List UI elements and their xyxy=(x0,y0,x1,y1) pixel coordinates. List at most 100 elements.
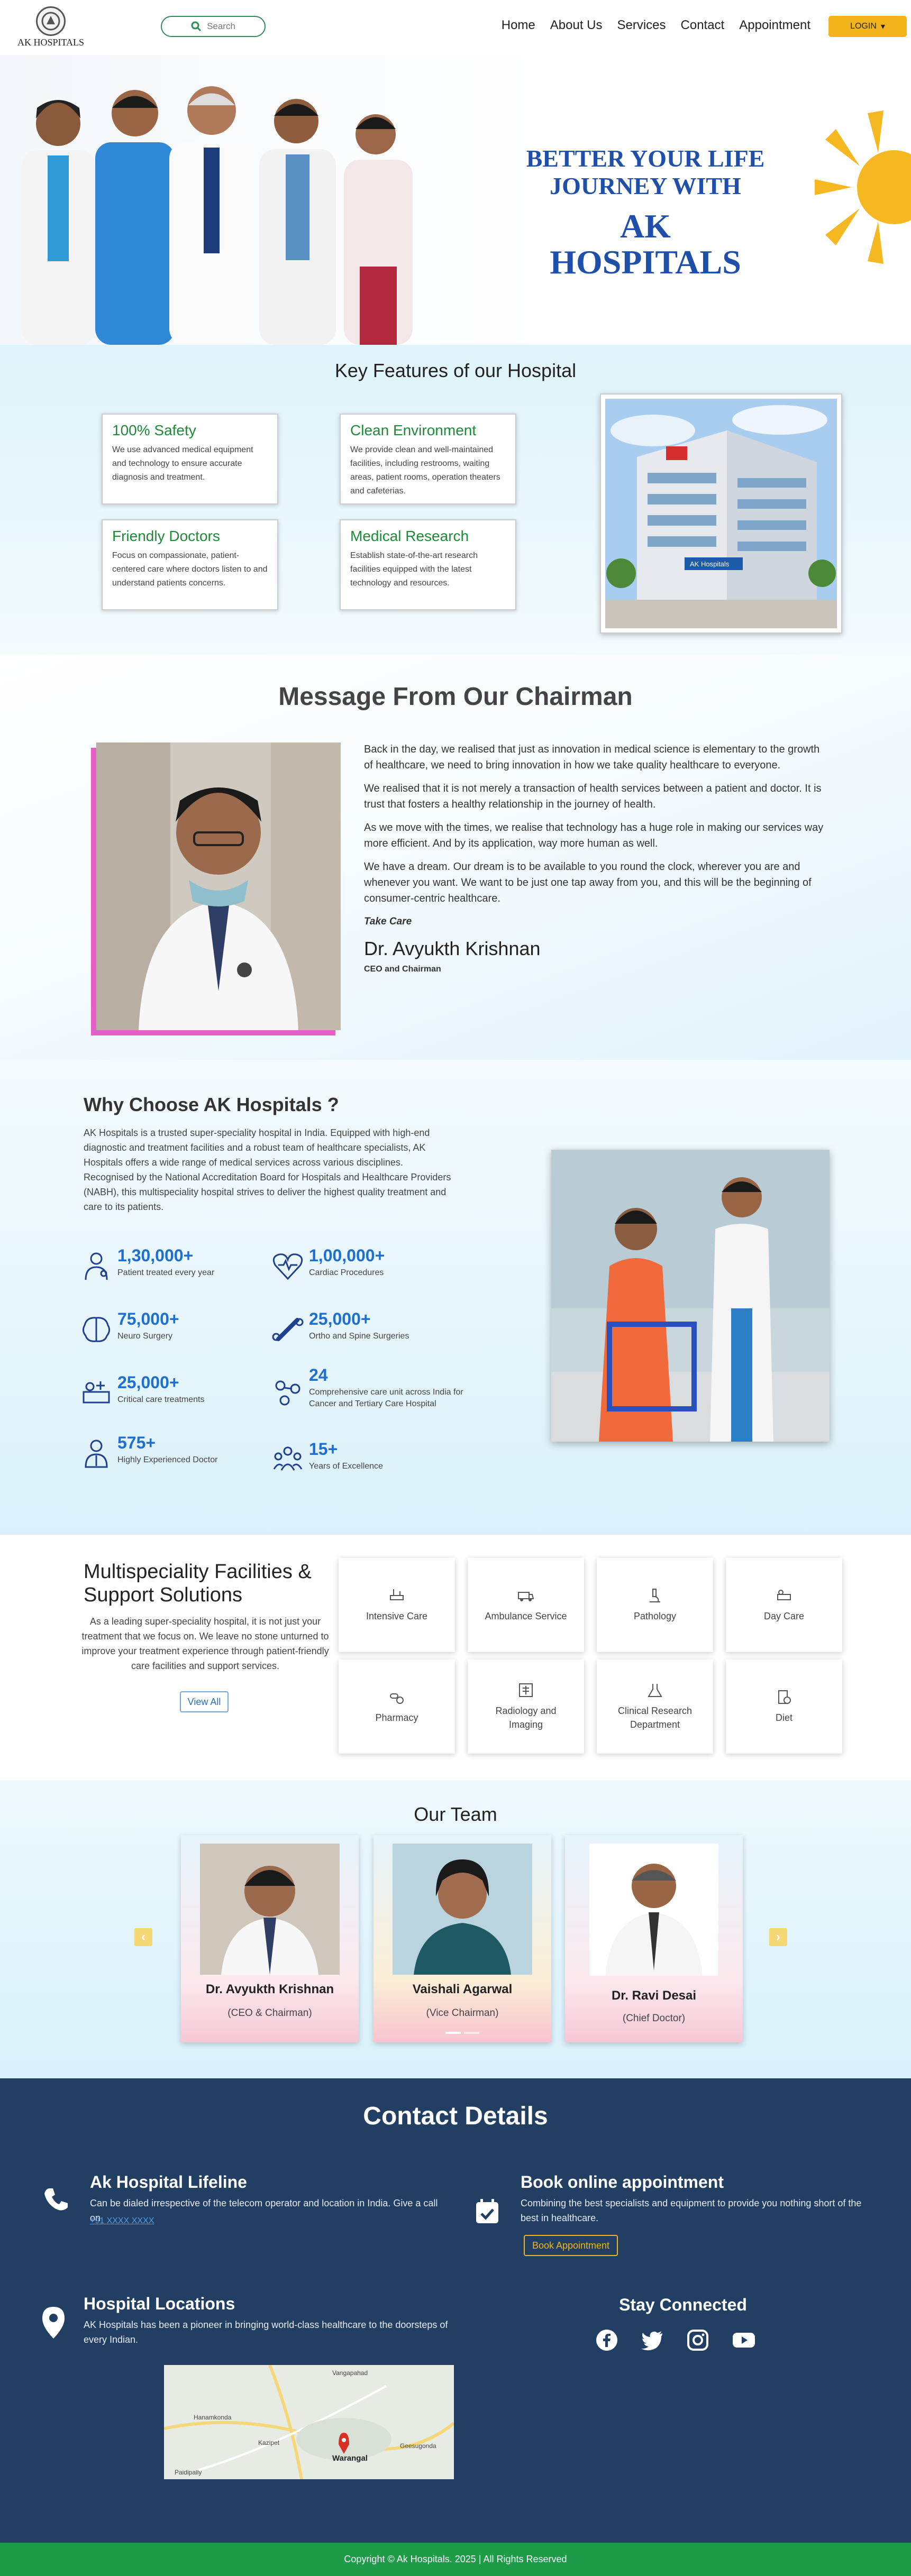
stat-number: 1,30,000+ xyxy=(117,1246,194,1265)
stat-label: Patient treated every year xyxy=(117,1268,215,1277)
facility-diet[interactable]: Diet xyxy=(726,1660,842,1754)
facility-pharmacy[interactable]: Pharmacy xyxy=(339,1660,455,1754)
login-button[interactable]: LOGIN ▾ xyxy=(828,16,907,37)
hero-headline: BETTER YOUR LIFE JOURNEY WITH AK HOSPITA… xyxy=(492,145,799,280)
menu-home[interactable]: Home xyxy=(502,18,535,33)
stay-connected-title: Stay Connected xyxy=(619,2295,747,2314)
facility-label: Intensive Care xyxy=(366,1611,428,1621)
stat-number: 25,000+ xyxy=(309,1309,371,1328)
why-choose-section: Why Choose AK Hospitals ? AK Hospitals i… xyxy=(0,1060,911,1535)
facility-clinical-research[interactable]: Clinical Research Department xyxy=(597,1660,713,1754)
care-unit-icon xyxy=(275,1380,300,1406)
stat-number: 24 xyxy=(309,1365,328,1385)
carousel-prev-button[interactable]: ‹ xyxy=(134,1928,152,1946)
youtube-icon[interactable] xyxy=(732,2329,755,2351)
chairman-message-section: Message From Our Chairman Back in the da… xyxy=(0,655,911,1060)
contact-section: Contact Details Ak Hospital Lifeline Can… xyxy=(0,2078,911,2543)
menu-about-us[interactable]: About Us xyxy=(550,18,603,33)
feature-title: Friendly Doctors xyxy=(112,528,220,544)
search-icon xyxy=(191,21,202,32)
login-label: LOGIN xyxy=(850,22,877,31)
chairman-message: Back in the day, we realised that just a… xyxy=(364,741,830,977)
menu-appointment[interactable]: Appointment xyxy=(739,18,810,33)
twitter-icon[interactable] xyxy=(641,2329,663,2351)
day-care-bed-icon xyxy=(777,1590,791,1600)
team-member-name: Dr. Ravi Desai xyxy=(611,1988,697,2003)
menu-services[interactable]: Services xyxy=(617,18,666,33)
facility-label: Ambulance Service xyxy=(485,1611,567,1621)
hospital-building-image: AK Hospitals xyxy=(600,393,842,634)
chairman-title: Message From Our Chairman xyxy=(278,683,633,711)
locations-text: AK Hospitals has been a pioneer in bring… xyxy=(84,2320,448,2345)
carousel-next-button[interactable]: › xyxy=(769,1928,787,1946)
facilities-paragraph: As a leading super-speciality hospital, … xyxy=(81,1616,329,1671)
our-team-section: Our Team ‹ › Dr. Avyukth Krishnan (CEO &… xyxy=(0,1780,911,2078)
contact-title: Contact Details xyxy=(363,2102,548,2130)
team-card[interactable]: Dr. Ravi Desai (Chief Doctor) xyxy=(565,1835,743,2042)
search-input[interactable]: Search xyxy=(161,16,266,37)
facilities-title: Multispeciality Facilities & Support Sol… xyxy=(84,1561,312,1606)
heart-icon xyxy=(272,1253,303,1280)
stat-label: Years of Excellence xyxy=(309,1462,383,1471)
footer: Copyright © Ak Hospitals. 2025 | All Rig… xyxy=(0,2543,911,2576)
facility-label: Day Care xyxy=(763,1611,805,1621)
map-label-vangapahad: Vangapahad xyxy=(332,2369,368,2377)
xray-icon xyxy=(519,1683,533,1697)
key-features-section: Key Features of our Hospital 100% Safety… xyxy=(0,345,911,655)
phone-icon xyxy=(44,2188,68,2211)
facility-label: Radiology and Imaging xyxy=(495,1706,557,1730)
doctors-group-image xyxy=(21,86,413,345)
feature-card-safety: 100% Safety We use advanced medical equi… xyxy=(102,414,278,505)
stat-label: Comprehensive care unit across India for… xyxy=(309,1388,463,1408)
facility-label: Pharmacy xyxy=(375,1712,418,1723)
features-title: Key Features of our Hospital xyxy=(334,360,577,381)
team-title: Our Team xyxy=(414,1803,497,1825)
lifeline-phone-link[interactable]: +91 XXXX XXXX xyxy=(90,2214,154,2229)
team-card[interactable]: Dr. Avyukth Krishnan (CEO & Chairman) xyxy=(181,1835,359,2042)
book-appointment-text: Combining the best specialists and equip… xyxy=(521,2198,862,2223)
team-card[interactable]: Vaishali Agarwal (Vice Chairman) xyxy=(373,1835,551,2042)
carousel-indicator[interactable] xyxy=(445,2032,461,2034)
social-links xyxy=(596,2329,755,2351)
bone-icon xyxy=(272,1318,304,1341)
feature-text: Establish state-of-the-art research faci… xyxy=(350,551,478,588)
facility-pathology[interactable]: Pathology xyxy=(597,1558,713,1652)
facility-day-care[interactable]: Day Care xyxy=(726,1558,842,1652)
icu-bed-icon xyxy=(390,1589,404,1600)
team-member-name: Dr. Avyukth Krishnan xyxy=(205,1982,334,1996)
carousel-indicator[interactable] xyxy=(464,2032,479,2034)
facility-label: Pathology xyxy=(633,1611,677,1621)
why-paragraph: AK Hospitals is a trusted super-speciali… xyxy=(84,1127,451,1212)
map-label-geesugonda: Geesugonda xyxy=(400,2442,436,2450)
facility-intensive-care[interactable]: Intensive Care xyxy=(339,1558,455,1652)
stat-ortho: 25,000+ Ortho and Spine Surgeries xyxy=(271,1309,461,1346)
logo[interactable]: AK HOSPITALS xyxy=(10,6,92,51)
chairman-paragraph-1: Back in the day, we realised that just a… xyxy=(364,744,820,771)
microscope-icon xyxy=(650,1589,660,1602)
critical-care-icon xyxy=(83,1381,110,1404)
stat-label: Neuro Surgery xyxy=(117,1332,173,1341)
instagram-icon[interactable] xyxy=(687,2329,709,2351)
building-sign: AK Hospitals xyxy=(690,560,730,568)
menu-contact[interactable]: Contact xyxy=(681,18,725,33)
feature-text: We use advanced medical equipment and te… xyxy=(112,445,253,482)
team-photo xyxy=(589,1844,718,1976)
stat-number: 25,000+ xyxy=(117,1373,179,1392)
book-appointment-title: Book online appointment xyxy=(521,2172,724,2192)
facility-ambulance[interactable]: Ambulance Service xyxy=(468,1558,584,1652)
logo-emblem-icon xyxy=(36,6,66,36)
feature-text: Focus on compassionate, patient-centered… xyxy=(112,551,268,588)
map-embed[interactable]: Warangal Hanamkonda Kazipet Geesugonda V… xyxy=(164,2365,454,2479)
search-placeholder: Search xyxy=(207,21,235,31)
facility-radiology[interactable]: Radiology and Imaging xyxy=(468,1660,584,1754)
ambulance-icon xyxy=(518,1592,534,1601)
chairman-signoff: Take Care xyxy=(364,916,412,927)
facebook-icon[interactable] xyxy=(596,2329,618,2351)
copyright-text: Copyright © Ak Hospitals. 2025 | All Rig… xyxy=(344,2554,567,2564)
book-appointment-button[interactable]: Book Appointment xyxy=(524,2235,618,2256)
feature-title: Clean Environment xyxy=(350,422,477,438)
view-all-button[interactable]: View All xyxy=(180,1691,229,1712)
team-photo xyxy=(200,1844,340,1975)
diet-icon xyxy=(778,1690,791,1704)
team-member-name: Vaishali Agarwal xyxy=(412,1982,513,1996)
